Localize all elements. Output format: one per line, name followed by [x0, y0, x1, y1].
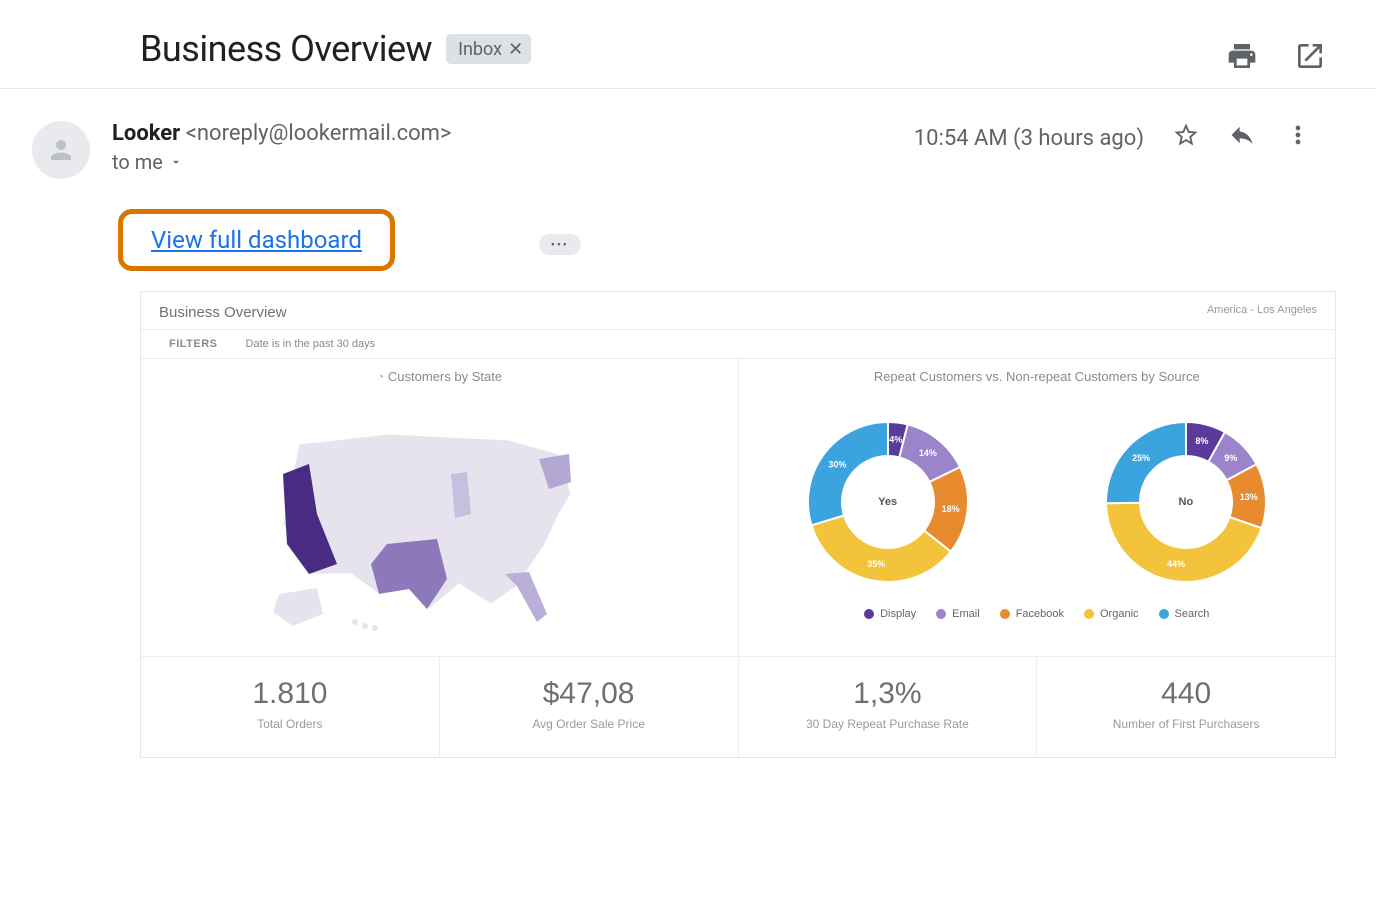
stat-value: 440: [1037, 677, 1335, 711]
sender-email: <noreply@lookermail.com>: [186, 121, 452, 146]
donut-no-center: No: [1179, 496, 1194, 508]
legend-item: Display: [864, 608, 916, 620]
email-timestamp: 10:54 AM (3 hours ago): [914, 126, 1144, 151]
slice-label: 35%: [867, 559, 885, 569]
inbox-label-text: Inbox: [458, 39, 502, 60]
donut-no: 8% 9% 13% 44% 25% No: [1071, 402, 1301, 602]
stat-card: 440 Number of First Purchasers: [1037, 657, 1335, 757]
dashboard-timezone: America - Los Angeles: [1207, 304, 1317, 321]
reply-icon[interactable]: [1228, 121, 1256, 155]
stats-row: 1.810 Total Orders$47,08 Avg Order Sale …: [141, 656, 1335, 757]
legend-item: Search: [1159, 608, 1210, 620]
legend-item: Organic: [1084, 608, 1139, 620]
view-full-dashboard-link[interactable]: View full dashboard: [151, 226, 362, 254]
us-map: [141, 394, 738, 644]
map-panel-title: ◔ Customers by State: [141, 369, 738, 384]
chevron-down-icon: [169, 155, 183, 169]
slice-label: 30%: [828, 459, 846, 469]
slice-label: 9%: [1224, 453, 1237, 463]
state-fl: [505, 572, 547, 622]
stat-value: $47,08: [440, 677, 738, 711]
recipient-text: to me: [112, 150, 163, 174]
dashboard-filters-bar: FILTERS Date is in the past 30 days: [141, 329, 1335, 359]
stat-value: 1,3%: [739, 677, 1037, 711]
pie-panel: Repeat Customers vs. Non-repeat Customer…: [739, 359, 1336, 656]
state-ak: [273, 588, 323, 626]
slice-label: 44%: [1167, 559, 1185, 569]
stat-label: Number of First Purchasers: [1037, 717, 1335, 731]
stat-card: 1.810 Total Orders: [141, 657, 440, 757]
legend-item: Facebook: [1000, 608, 1064, 620]
donut-yes: 4% 14% 18% 35% 30% Yes: [773, 402, 1003, 602]
dashboard-embed: Business Overview America - Los Angeles …: [140, 291, 1336, 758]
stat-card: $47,08 Avg Order Sale Price: [440, 657, 739, 757]
message-meta-row: Looker <noreply@lookermail.com> to me 10…: [0, 89, 1376, 179]
slice-label: 18%: [941, 504, 959, 514]
slice-label: 4%: [889, 434, 902, 444]
donut-slice: [808, 422, 888, 525]
show-trimmed-content-button[interactable]: •••: [539, 234, 581, 255]
print-icon[interactable]: [1226, 40, 1258, 76]
inbox-label-chip[interactable]: Inbox ✕: [446, 34, 531, 64]
pie-legend: Display Email Facebook Organic Search: [739, 602, 1336, 620]
dashboard-title: Business Overview: [159, 304, 287, 321]
slice-label: 25%: [1132, 453, 1150, 463]
stat-label: 30 Day Repeat Purchase Rate: [739, 717, 1037, 731]
stat-label: Avg Order Sale Price: [440, 717, 738, 731]
stat-card: 1,3% 30 Day Repeat Purchase Rate: [739, 657, 1038, 757]
open-new-window-icon[interactable]: [1294, 40, 1326, 76]
sender-avatar[interactable]: [32, 121, 90, 179]
sender-name: Looker: [112, 121, 180, 146]
legend-item: Email: [936, 608, 980, 620]
filter-text: Date is in the past 30 days: [246, 338, 376, 350]
star-icon[interactable]: [1172, 121, 1200, 155]
slice-label: 13%: [1240, 492, 1258, 502]
filters-label: FILTERS: [169, 338, 218, 350]
slice-label: 14%: [918, 448, 936, 458]
stat-label: Total Orders: [141, 717, 439, 731]
remove-label-icon[interactable]: ✕: [508, 39, 523, 60]
pie-panel-title: Repeat Customers vs. Non-repeat Customer…: [739, 369, 1336, 384]
slice-label: 8%: [1195, 436, 1208, 446]
map-panel: ◔ Customers by State: [141, 359, 739, 656]
email-header: Business Overview Inbox ✕: [0, 0, 1376, 89]
more-icon[interactable]: [1284, 121, 1312, 155]
donut-yes-center: Yes: [878, 496, 897, 508]
email-subject: Business Overview: [140, 28, 432, 70]
stat-value: 1.810: [141, 677, 439, 711]
view-full-dashboard-highlight: View full dashboard: [118, 209, 395, 271]
